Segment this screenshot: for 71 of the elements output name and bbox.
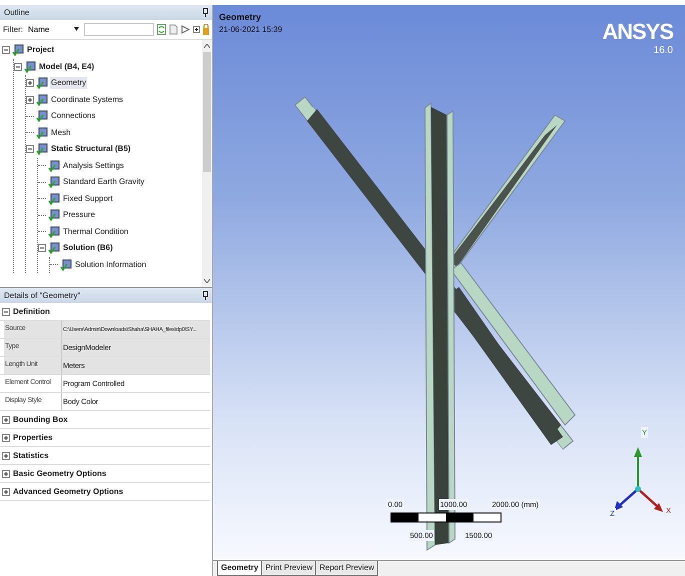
section-title[interactable]: Bounding Box (13, 414, 68, 426)
view-tab[interactable]: Print Preview (261, 561, 316, 576)
refresh-icon[interactable] (157, 24, 166, 35)
tree-node-icon (48, 176, 60, 188)
view-tab[interactable]: Report Preview (315, 561, 378, 576)
tree-node-icon (36, 143, 48, 156)
tree-item[interactable]: Standard Earth Gravity (62, 176, 146, 188)
expander-icon[interactable] (2, 470, 10, 478)
dropdown-caret-icon (74, 26, 79, 30)
scroll-down-icon[interactable] (204, 279, 210, 283)
lock-icon[interactable] (203, 24, 209, 35)
panel-title: Outline (4, 6, 30, 18)
tree-node-icon (48, 242, 60, 254)
play-icon[interactable] (181, 25, 190, 34)
scrollbar[interactable] (202, 40, 212, 287)
tree-item[interactable]: Model (B4, E4) (38, 60, 96, 73)
tree-node-icon (36, 110, 48, 122)
expand-all-icon[interactable] (193, 26, 200, 33)
scroll-thumb[interactable] (203, 52, 211, 172)
axis-triad-drawing (614, 447, 663, 512)
view-tab[interactable]: Geometry (217, 561, 262, 576)
scroll-up-icon[interactable] (204, 44, 210, 48)
timestamp: 21-06-2021 15:39 (219, 24, 282, 36)
search-field[interactable] (84, 23, 154, 36)
tree-item[interactable]: Fixed Support (62, 192, 114, 205)
expander-icon[interactable] (2, 416, 10, 424)
filter-label: Filter: (3, 24, 23, 36)
expander-icon[interactable] (26, 145, 34, 154)
expander-icon[interactable] (2, 434, 10, 442)
pin-icon[interactable] (203, 291, 208, 300)
document-icon[interactable] (169, 24, 178, 35)
expander-icon[interactable] (26, 79, 34, 88)
tree-node-icon (36, 126, 48, 139)
tree-node-icon (48, 160, 60, 172)
expander-icon[interactable] (2, 452, 10, 460)
tree-item[interactable]: Solution Information (74, 258, 148, 271)
section-title[interactable]: Basic Geometry Options (13, 468, 106, 480)
section-title[interactable]: Advanced Geometry Options (13, 486, 124, 498)
expander-icon[interactable] (2, 308, 10, 316)
tree-item[interactable]: Solution (B6) (62, 242, 114, 254)
section-title[interactable]: Definition (13, 306, 50, 318)
tree-item[interactable]: Mesh (50, 126, 72, 139)
pin-icon[interactable] (203, 8, 208, 17)
logo-text: ANSYS (602, 18, 673, 46)
tree-node-icon (12, 44, 24, 56)
tree-node-icon (24, 60, 36, 73)
tree-item[interactable]: Static Structural (B5) (50, 143, 132, 156)
tree-item[interactable]: Pressure (62, 209, 96, 222)
view-title: Geometry (219, 11, 262, 24)
section-title[interactable]: Properties (13, 432, 53, 444)
expander-icon[interactable] (2, 488, 10, 496)
version-label: 16.0 (654, 44, 673, 58)
expander-icon[interactable] (14, 62, 22, 71)
tree-node-icon (48, 226, 60, 238)
expander-icon[interactable] (2, 46, 10, 54)
tree-item[interactable]: Geometry (50, 77, 88, 90)
tree-node-icon (36, 94, 48, 106)
tree-item[interactable]: Connections (50, 110, 96, 122)
tree-item[interactable]: Thermal Condition (62, 226, 130, 238)
tree-node-icon (48, 209, 60, 222)
expander-icon[interactable] (38, 244, 46, 252)
filter-dropdown[interactable]: Name (26, 24, 81, 36)
tree-item[interactable]: Analysis Settings (62, 160, 125, 172)
tree-node-icon (36, 77, 48, 90)
expander-icon[interactable] (26, 96, 34, 104)
section-title[interactable]: Statistics (13, 450, 49, 462)
tree-node-icon (60, 258, 72, 271)
tree-item[interactable]: Coordinate Systems (50, 94, 124, 106)
tree-node-icon (48, 192, 60, 205)
tree-item[interactable]: Project (26, 44, 56, 56)
panel-title: Details of "Geometry" (4, 290, 80, 302)
